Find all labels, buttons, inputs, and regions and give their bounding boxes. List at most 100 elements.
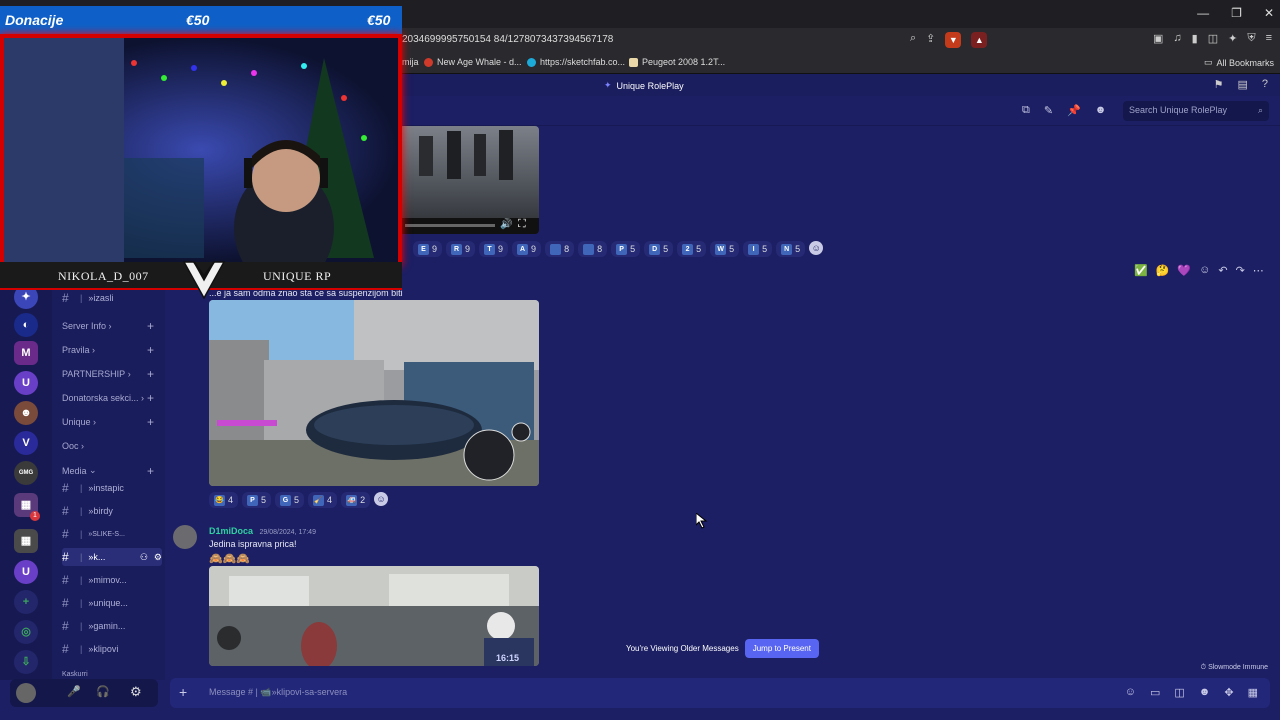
- maximize-icon[interactable]: ❐: [1231, 6, 1242, 20]
- category-ooc[interactable]: Ooc ›: [62, 441, 154, 451]
- help-icon[interactable]: ?: [1262, 78, 1268, 91]
- pin-icon[interactable]: 📌: [1067, 104, 1081, 117]
- reaction-pill[interactable]: 😂 4: [209, 492, 239, 508]
- apps-icon[interactable]: ✥: [1224, 686, 1233, 699]
- mute-icon[interactable]: ✎: [1044, 104, 1053, 117]
- bookmark-item[interactable]: mija: [402, 57, 419, 67]
- reaction-pill[interactable]: R9: [446, 241, 476, 257]
- music-icon[interactable]: ♫: [1173, 32, 1181, 45]
- server-icon[interactable]: U: [14, 371, 38, 395]
- forward-icon[interactable]: ↷: [1236, 264, 1245, 277]
- reaction-pill[interactable]: 8: [578, 241, 608, 257]
- reaction-pill[interactable]: 25: [677, 241, 707, 257]
- reaction-pill[interactable]: D5: [644, 241, 674, 257]
- gift-icon[interactable]: ☺: [1125, 686, 1136, 699]
- threads-icon[interactable]: ⧉: [1022, 104, 1030, 117]
- reaction-pill[interactable]: P5: [611, 241, 641, 257]
- members-icon[interactable]: ☻: [1095, 104, 1107, 117]
- share-icon[interactable]: ⇪: [926, 32, 935, 48]
- reaction-pill[interactable]: 8: [545, 241, 575, 257]
- reaction-pill[interactable]: E9: [413, 241, 443, 257]
- add-reaction-icon[interactable]: ☺: [374, 492, 389, 506]
- download-icon[interactable]: ⇩: [14, 650, 38, 674]
- channel-item[interactable]: # | »birdy: [62, 502, 162, 520]
- add-reaction-icon[interactable]: ☺: [1199, 264, 1210, 277]
- attach-icon[interactable]: +: [179, 684, 187, 700]
- wallet-icon[interactable]: ◫: [1208, 32, 1218, 45]
- category-partnership[interactable]: PARTNERSHIP › +: [62, 367, 154, 381]
- more-icon[interactable]: ⋯: [1253, 264, 1264, 277]
- server-icon[interactable]: M: [14, 341, 38, 365]
- category-pravila[interactable]: Pravila › +: [62, 343, 154, 357]
- channel-item[interactable]: # | »instapic: [62, 479, 162, 497]
- gif-icon[interactable]: ▭: [1150, 686, 1160, 699]
- user-avatar[interactable]: [173, 525, 197, 549]
- server-icon[interactable]: ◐: [14, 313, 38, 337]
- message-composer[interactable]: + Message # | 📹»klipovi-sa-servera ☺ ▭ ◫…: [170, 678, 1270, 708]
- inbox-icon[interactable]: ▤: [1237, 78, 1247, 91]
- reaction-pill[interactable]: 🚑 2: [341, 492, 371, 508]
- image-attachment[interactable]: [209, 300, 539, 486]
- reaction-pill[interactable]: A9: [512, 241, 542, 257]
- server-icon[interactable]: U: [14, 560, 38, 584]
- brave-rewards-icon[interactable]: ▲: [971, 32, 988, 48]
- ai-icon[interactable]: ✦: [1228, 32, 1237, 45]
- channel-item-active[interactable]: # | »k... ⚇ ⚙: [62, 548, 162, 566]
- add-channel-icon[interactable]: +: [147, 319, 154, 333]
- vpn-icon[interactable]: ⛨: [1247, 32, 1255, 45]
- zoom-icon[interactable]: ⌕: [910, 32, 916, 48]
- video-attachment[interactable]: 🔊 ⛶: [399, 126, 539, 234]
- user-settings-icon[interactable]: ⚙: [130, 684, 142, 700]
- reaction-pill[interactable]: G5: [275, 492, 305, 508]
- thinking-emoji-icon[interactable]: 🤔: [1156, 264, 1170, 277]
- mic-muted-icon[interactable]: 🎤: [67, 685, 81, 698]
- category-server-info[interactable]: Server Info › +: [62, 319, 154, 333]
- settings-icon[interactable]: ⚙: [154, 552, 162, 563]
- reaction-pill[interactable]: P5: [242, 492, 272, 508]
- channel-item[interactable]: # | »SLIKE-S...: [62, 525, 162, 543]
- add-channel-icon[interactable]: +: [147, 415, 154, 429]
- volume-icon[interactable]: 🔊: [500, 219, 512, 230]
- all-bookmarks[interactable]: ▭ All Bookmarks: [1204, 57, 1274, 68]
- user-avatar[interactable]: [16, 683, 36, 703]
- search-input[interactable]: Search Unique RolePlay ⌕: [1123, 101, 1269, 121]
- grid-icon[interactable]: ▦: [1248, 686, 1258, 699]
- add-channel-icon[interactable]: +: [147, 391, 154, 405]
- sidebar-icon[interactable]: ▣: [1153, 32, 1163, 45]
- channel-item[interactable]: # | »klipovi: [62, 640, 162, 658]
- server-icon[interactable]: GMG: [14, 461, 38, 485]
- check-emoji-icon[interactable]: ✅: [1134, 264, 1148, 277]
- reader-icon[interactable]: ▮: [1192, 32, 1198, 45]
- invite-icon[interactable]: ⚇: [140, 552, 148, 563]
- emoji-icon[interactable]: ☻: [1199, 686, 1211, 699]
- minimize-icon[interactable]: —: [1197, 6, 1209, 20]
- reaction-pill[interactable]: 🧹 4: [308, 492, 338, 508]
- reaction-pill[interactable]: W5: [710, 241, 740, 257]
- url-text[interactable]: 2034699995750154 84/1278073437394567178: [402, 34, 613, 45]
- category-donatorska[interactable]: Donatorska sekci... › +: [62, 391, 154, 405]
- add-reaction-icon[interactable]: ☺: [809, 241, 824, 255]
- category-unique[interactable]: Unique › +: [62, 415, 154, 429]
- flag-icon[interactable]: ⚑: [1214, 78, 1224, 91]
- reply-icon[interactable]: ↶: [1218, 264, 1227, 277]
- brave-shield-icon[interactable]: ▼: [945, 32, 962, 48]
- bookmark-item[interactable]: New Age Whale - d...: [424, 57, 522, 67]
- category-bottom[interactable]: Kaskurri: [62, 671, 154, 678]
- channel-item[interactable]: # | »unique...: [62, 594, 162, 612]
- video-attachment[interactable]: 16:15: [209, 566, 539, 666]
- add-channel-icon[interactable]: +: [147, 367, 154, 381]
- fullscreen-icon[interactable]: ⛶: [518, 218, 526, 231]
- bookmark-item[interactable]: https://sketchfab.co...: [527, 57, 625, 67]
- add-channel-icon[interactable]: +: [147, 464, 154, 478]
- reaction-pill[interactable]: N5: [776, 241, 806, 257]
- channel-item[interactable]: # | »mimov...: [62, 571, 162, 589]
- channel-item[interactable]: # | »gamin...: [62, 617, 162, 635]
- jump-to-present-button[interactable]: Jump to Present: [744, 638, 819, 658]
- reaction-pill[interactable]: I5: [743, 241, 773, 257]
- category-media[interactable]: Media ⌄ +: [62, 464, 154, 478]
- add-channel-icon[interactable]: +: [147, 343, 154, 357]
- discover-icon[interactable]: ◎: [14, 620, 38, 644]
- reaction-pill[interactable]: T9: [479, 241, 509, 257]
- sticker-icon[interactable]: ◫: [1174, 686, 1184, 699]
- server-folder-icon[interactable]: ▦: [14, 529, 38, 553]
